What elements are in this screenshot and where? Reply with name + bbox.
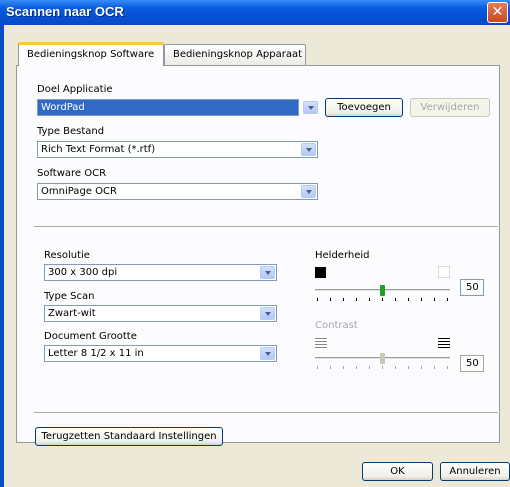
tab-apparaat-label: Bedieningsknop Apparaat [173,49,303,60]
tab-apparaat[interactable]: Bedieningsknop Apparaat [164,44,306,65]
slider-tick [434,298,435,301]
tab-software[interactable]: Bedieningsknop Software [18,42,164,66]
ocr-select[interactable]: OmniPage OCR [37,183,318,200]
high-contrast-icon [438,338,450,349]
chevron-down-icon[interactable] [260,347,275,360]
brightness-value[interactable]: 50 [460,279,484,296]
slider-tick [343,366,344,369]
low-contrast-icon [315,338,327,349]
doc-size-select[interactable]: Letter 8 1/2 x 11 in [44,345,277,362]
slider-tick [395,366,396,369]
app-select[interactable]: WordPad [37,99,318,116]
close-button[interactable]: ✕ [487,2,508,23]
doc-size-label: Document Grootte [44,331,137,342]
slider-tick [356,366,357,369]
slider-tick [330,366,331,369]
slider-tick [317,298,318,301]
slider-tick [343,298,344,301]
ocr-value: OmniPage OCR [41,186,117,197]
ok-button[interactable]: OK [362,462,433,481]
scan-type-label: Type Scan [44,291,95,302]
light-square-icon [438,266,450,278]
bottom-divider [34,412,498,414]
brightness-ticks [315,298,450,302]
slider-tick [356,298,357,301]
slider-tick [408,298,409,301]
scan-type-select[interactable]: Zwart-wit [44,305,277,322]
file-type-value: Rich Text Format (*.rtf) [41,144,156,155]
cancel-button[interactable]: Annuleren [440,462,510,481]
contrast-slider-thumb[interactable] [380,353,385,364]
resolution-select[interactable]: 300 x 300 dpi [44,264,277,281]
slider-tick [408,366,409,369]
window-title: Scannen naar OCR [6,4,124,19]
scan-type-value: Zwart-wit [48,308,96,319]
slider-tick [330,298,331,301]
window-frame-left [0,25,4,487]
slider-tick [447,298,448,301]
chevron-down-icon[interactable] [303,101,318,114]
reset-defaults-button[interactable]: Terugzetten Standaard Instellingen [35,427,223,446]
slider-tick [421,366,422,369]
chevron-down-icon[interactable] [301,143,316,156]
app-label: Doel Applicatie [37,84,113,95]
dark-square-icon [315,267,326,278]
slider-tick [421,298,422,301]
slider-tick [434,366,435,369]
contrast-ticks [315,366,450,370]
chevron-down-icon[interactable] [301,185,316,198]
slider-tick [395,298,396,301]
add-button[interactable]: Toevoegen [325,98,403,117]
app-select-value: WordPad [41,102,85,113]
slider-tick [369,366,370,369]
brightness-label: Helderheid [315,250,370,261]
contrast-label: Contrast [315,320,358,331]
chevron-down-icon[interactable] [260,307,275,320]
doc-size-value: Letter 8 1/2 x 11 in [48,348,144,359]
slider-tick [382,366,383,369]
ocr-label: Software OCR [37,168,107,179]
slider-tick [382,298,383,301]
resolution-label: Resolutie [44,250,90,261]
section-divider [34,226,498,228]
chevron-down-icon[interactable] [260,266,275,279]
contrast-value[interactable]: 50 [460,355,484,372]
resolution-value: 300 x 300 dpi [48,267,118,278]
tab-software-label: Bedieningsknop Software [27,49,155,60]
brightness-slider-thumb[interactable] [380,285,385,296]
slider-tick [317,366,318,369]
slider-tick [369,298,370,301]
file-type-label: Type Bestand [37,126,105,137]
remove-button[interactable]: Verwijderen [410,98,490,117]
close-icon: ✕ [491,4,504,20]
slider-tick [447,366,448,369]
file-type-select[interactable]: Rich Text Format (*.rtf) [37,141,318,158]
